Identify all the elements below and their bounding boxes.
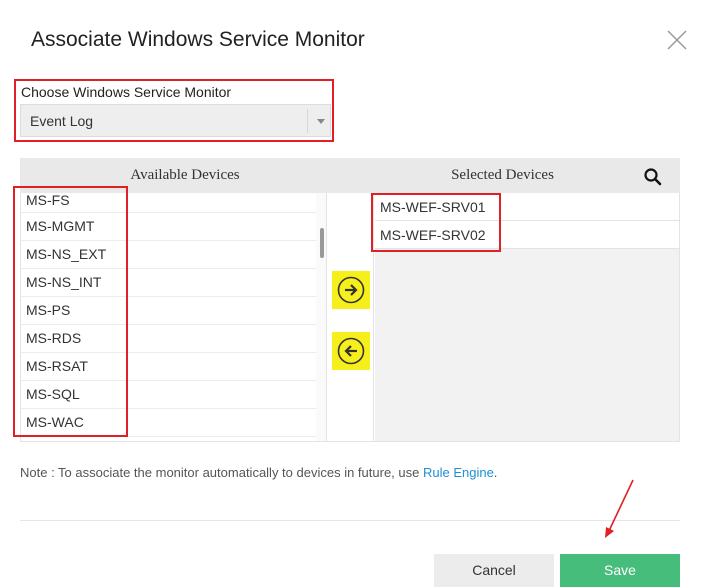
- selected-devices-header: Selected Devices: [451, 167, 554, 183]
- available-scroll-thumb[interactable]: [320, 228, 324, 258]
- list-item[interactable]: MS-NS_EXT: [21, 241, 326, 269]
- move-controls: [326, 193, 374, 441]
- monitor-label: Choose Windows Service Monitor: [21, 84, 232, 100]
- list-item[interactable]: MS-FS: [21, 193, 326, 213]
- list-item[interactable]: MS-WAC: [21, 409, 326, 437]
- list-item[interactable]: MS-NS_INT: [21, 269, 326, 297]
- note-suffix: .: [493, 465, 498, 480]
- close-icon[interactable]: [666, 29, 688, 51]
- monitor-select-value: Event Log: [30, 113, 94, 129]
- list-item[interactable]: MS-RSAT: [21, 353, 326, 381]
- note-message: Note : To associate the monitor automati…: [20, 465, 423, 480]
- arrow-right-circle-icon: [337, 276, 365, 304]
- move-left-button[interactable]: [332, 332, 370, 370]
- rule-engine-link[interactable]: Rule Engine: [423, 465, 494, 480]
- list-item[interactable]: MS-WEF-SRV01: [375, 193, 679, 221]
- selected-devices-list[interactable]: MS-WEF-SRV01 MS-WEF-SRV02: [375, 193, 679, 441]
- save-button[interactable]: Save: [560, 554, 680, 587]
- list-item[interactable]: MS-SQL: [21, 381, 326, 409]
- list-item[interactable]: MS-MGMT: [21, 213, 326, 241]
- dialog-title: Associate Windows Service Monitor: [31, 28, 365, 51]
- available-devices-header: Available Devices: [130, 167, 240, 183]
- list-item[interactable]: MS-RDS: [21, 325, 326, 353]
- search-icon[interactable]: [643, 167, 663, 187]
- available-devices-list[interactable]: MS-FS MS-MGMT MS-NS_EXT MS-NS_INT MS-PS …: [21, 193, 326, 441]
- caret-down-icon[interactable]: [317, 119, 325, 124]
- cancel-button[interactable]: Cancel: [434, 554, 554, 587]
- move-right-button[interactable]: [332, 271, 370, 309]
- list-item[interactable]: MS-WEF-SRV02: [375, 221, 679, 249]
- note-text: Note : To associate the monitor automati…: [20, 465, 497, 480]
- monitor-select[interactable]: Event Log: [20, 104, 331, 137]
- footer-divider: [20, 520, 680, 521]
- annotation-arrow: [605, 479, 634, 538]
- arrow-left-circle-icon: [337, 337, 365, 365]
- select-divider: [307, 109, 308, 133]
- list-item[interactable]: MS-PS: [21, 297, 326, 325]
